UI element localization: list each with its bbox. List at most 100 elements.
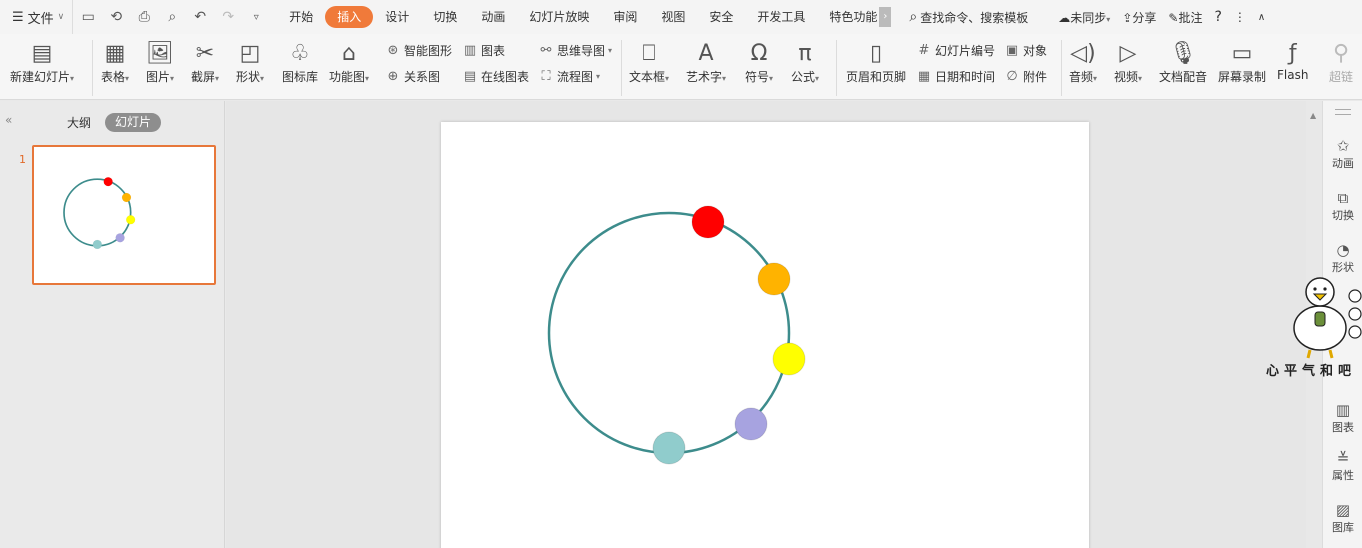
mind-map-button[interactable]: ⚯ 思维导图 ▾ xyxy=(538,42,612,59)
quick-access-toolbar: ▭ ⟲ ⎙ ⌕ ↶ ↷ ▿ xyxy=(72,0,271,34)
doc-voice-button[interactable]: 🎙 文档配音 xyxy=(1159,38,1207,85)
tab-outline[interactable]: 大纲 xyxy=(67,114,91,131)
customize-toolbar-icon[interactable]: ▿ xyxy=(245,12,267,23)
tab-transitions[interactable]: 切换 xyxy=(421,6,469,28)
pane-animation[interactable]: ✩ 动画 xyxy=(1323,137,1362,171)
collapse-panel-icon[interactable]: « xyxy=(5,113,12,127)
wordart-label: 艺术字 xyxy=(686,70,723,84)
video-button[interactable]: ▷ 视频▾ xyxy=(1114,38,1142,85)
slide-number-label: 幻灯片编号 xyxy=(935,44,996,58)
chevron-down-icon: ▾ xyxy=(769,74,774,83)
command-search[interactable]: ⌕ 查找命令、搜索模板 xyxy=(909,9,1028,26)
dot-purple[interactable] xyxy=(734,407,768,441)
tab-developer[interactable]: 开发工具 xyxy=(745,6,817,28)
pane-transition-label: 切换 xyxy=(1332,209,1354,222)
screen-record-label: 屏幕录制 xyxy=(1218,70,1267,84)
chart-icon: ▥ xyxy=(463,43,477,58)
header-footer-label: 页眉和页脚 xyxy=(846,70,907,84)
chevron-down-icon: ▾ xyxy=(665,74,670,83)
export-pdf-icon[interactable]: ⟲ xyxy=(105,9,127,25)
tab-slideshow[interactable]: 幻灯片放映 xyxy=(517,6,601,28)
print-preview-icon[interactable]: ⌕ xyxy=(161,9,183,25)
textbox-button[interactable]: ⎕ 文本框▾ xyxy=(629,38,669,85)
scroll-up-icon[interactable]: ▲ xyxy=(1310,111,1316,120)
pi-icon: π xyxy=(798,40,812,66)
slide-number-button[interactable]: # 幻灯片编号 xyxy=(916,42,995,59)
formula-button[interactable]: π 公式▾ xyxy=(791,38,819,85)
screen-record-button[interactable]: ▭ 屏幕录制 xyxy=(1218,38,1266,85)
collapse-ribbon-icon[interactable]: ∧ xyxy=(1258,12,1265,23)
screenshot-button[interactable]: ✂ 截屏▾ xyxy=(191,38,219,85)
smart-shape-button[interactable]: ⊛ 智能图形 xyxy=(385,42,452,59)
slide-thumbnail[interactable] xyxy=(32,145,216,285)
pane-gallery[interactable]: ▨ 图库 xyxy=(1323,501,1362,535)
share-label: 分享 xyxy=(1132,10,1157,25)
tab-animations[interactable]: 动画 xyxy=(469,6,517,28)
screenshot-icon: ✂ xyxy=(195,40,215,66)
tab-security[interactable]: 安全 xyxy=(697,6,745,28)
audio-label: 音频 xyxy=(1069,70,1094,84)
shape-button[interactable]: ◰ 形状▾ xyxy=(236,38,264,85)
relation-button[interactable]: ⊕ 关系图 xyxy=(385,68,440,85)
sync-button[interactable]: ☁未同步▾ xyxy=(1058,9,1110,26)
tab-home[interactable]: 开始 xyxy=(277,6,325,28)
function-chart-label: 功能图 xyxy=(329,70,366,84)
chevron-down-icon: ▾ xyxy=(596,72,601,81)
comment-label: 批注 xyxy=(1178,10,1203,25)
dot-orange[interactable] xyxy=(757,262,791,296)
more-options-icon[interactable]: ⋮ xyxy=(1234,10,1246,24)
chevron-down-icon: ▾ xyxy=(365,74,370,83)
dot-red[interactable] xyxy=(691,205,725,239)
save-icon[interactable]: ▭ xyxy=(77,9,99,25)
tab-insert[interactable]: 插入 xyxy=(325,6,374,28)
hyperlink-button[interactable]: ⚲ 超链 xyxy=(1329,38,1353,85)
icon-library-button[interactable]: ♧ 图标库 xyxy=(282,38,318,85)
function-chart-button[interactable]: ⌂ 功能图▾ xyxy=(329,38,369,85)
pane-properties[interactable]: ≚ 属性 xyxy=(1323,449,1362,483)
print-icon[interactable]: ⎙ xyxy=(133,9,155,25)
comment-button[interactable]: ✎批注 xyxy=(1168,9,1202,26)
redo-icon[interactable]: ↷ xyxy=(217,9,239,25)
doc-voice-label: 文档配音 xyxy=(1159,70,1208,84)
chart-button[interactable]: ▥ 图表 xyxy=(462,42,505,59)
dot-teal[interactable] xyxy=(652,431,686,465)
dot-yellow[interactable] xyxy=(772,342,806,376)
table-button[interactable]: ▦ 表格▾ xyxy=(101,38,129,85)
flowchart-button[interactable]: ⛶ 流程图 ▾ xyxy=(538,68,600,85)
audio-button[interactable]: ◁) 音频▾ xyxy=(1069,38,1097,85)
screen-record-icon: ▭ xyxy=(1231,40,1253,66)
more-tabs-button[interactable]: › xyxy=(879,7,892,27)
tab-slides[interactable]: 幻灯片 xyxy=(105,113,162,132)
tab-view[interactable]: 视图 xyxy=(649,6,697,28)
help-icon[interactable]: ? xyxy=(1214,9,1221,25)
date-time-button[interactable]: ▦ 日期和时间 xyxy=(916,68,995,85)
chevron-down-icon: ▾ xyxy=(815,74,820,83)
tab-design[interactable]: 设计 xyxy=(373,6,421,28)
undo-icon[interactable]: ↶ xyxy=(189,9,211,25)
chevron-down-icon: ▾ xyxy=(1093,74,1098,83)
online-chart-icon: ▤ xyxy=(463,69,477,84)
textbox-icon: ⎕ xyxy=(642,40,656,66)
symbol-button[interactable]: Ω 符号▾ xyxy=(745,38,773,85)
drag-handle-icon[interactable] xyxy=(1335,109,1351,115)
hamburger-icon: ☰ xyxy=(12,9,24,25)
slide-number-icon: # xyxy=(918,43,930,58)
relation-label: 关系图 xyxy=(404,70,441,84)
file-menu[interactable]: ☰ 文件 ∨ xyxy=(0,0,72,34)
share-button[interactable]: ⇪分享 xyxy=(1122,9,1156,26)
new-slide-button[interactable]: ▤ 新建幻灯片▾ xyxy=(10,38,74,85)
object-button[interactable]: ▣ 对象 xyxy=(1004,42,1047,59)
slide[interactable] xyxy=(441,122,1089,548)
pane-transition[interactable]: ⧉ 切换 xyxy=(1323,189,1362,223)
flash-button[interactable]: ƒ Flash xyxy=(1277,38,1308,83)
tab-features[interactable]: 特色功能 xyxy=(817,6,879,28)
picture-button[interactable]: 🖼 图片▾ xyxy=(146,38,174,85)
attachment-button[interactable]: ∅ 附件 xyxy=(1004,68,1047,85)
tab-review[interactable]: 审阅 xyxy=(601,6,649,28)
online-chart-button[interactable]: ▤ 在线图表 xyxy=(462,68,529,85)
textbox-label: 文本框 xyxy=(629,70,666,84)
chart-label: 图表 xyxy=(481,44,506,58)
wordart-button[interactable]: A 艺术字▾ xyxy=(686,38,726,85)
pane-chart[interactable]: ▥ 图表 xyxy=(1323,401,1362,435)
header-footer-button[interactable]: ▯ 页眉和页脚 xyxy=(846,38,906,85)
